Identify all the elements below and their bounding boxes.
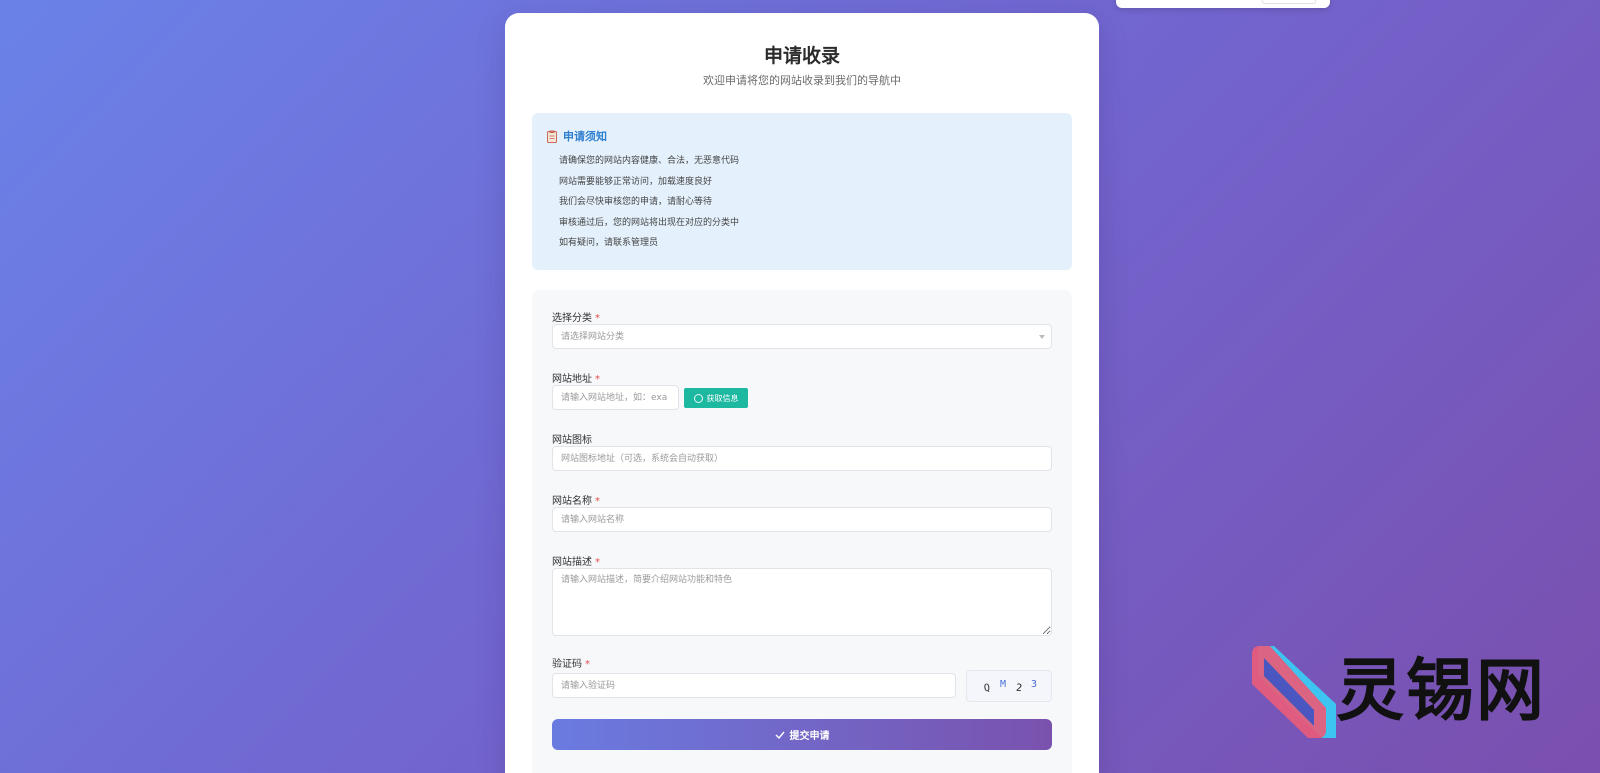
notice-item: 请确保您的网站内容健康、合法，无恶意代码: [559, 156, 740, 166]
watermark-logo: 灵锡网: [1252, 646, 1572, 738]
notice-item: 网站需要能够正常访问，加载速度良好: [559, 176, 713, 187]
page-title: 申请收录: [763, 45, 840, 67]
description-label-text: 网站描述: [552, 557, 592, 568]
submit-label: 提交申请: [789, 731, 830, 742]
name-label-text: 网站名称: [552, 496, 592, 507]
notice-item: 审核通过后，您的网站将出现在对应的分类中: [559, 217, 740, 228]
top-popup-fragment: [1116, 0, 1330, 8]
url-input[interactable]: [552, 385, 679, 410]
category-label-text: 选择分类: [552, 313, 592, 324]
notice-header: 申请须知: [547, 128, 607, 144]
captcha-char: M: [1000, 679, 1007, 690]
fetch-info-button[interactable]: 获取信息: [684, 388, 748, 408]
apply-card: 申请收录 欢迎申请将您的网站收录到我们的导航中 申请须知 请确保您的网站内容健康…: [505, 13, 1099, 773]
url-label: 网站地址 *: [552, 370, 600, 385]
url-label-text: 网站地址: [552, 374, 592, 385]
watermark-text: 灵锡网: [1336, 652, 1547, 731]
required-mark: *: [595, 557, 600, 568]
icon-url-label: 网站图标: [552, 431, 592, 446]
globe-icon: [693, 393, 703, 403]
name-label: 网站名称 *: [552, 492, 600, 507]
category-select[interactable]: 请选择网站分类: [552, 324, 1052, 349]
captcha-char: Q: [983, 682, 991, 695]
notice-item: 我们会尽快审核您的申请，请耐心等待: [559, 197, 713, 207]
captcha-char: 3: [1031, 679, 1038, 690]
icon-url-label-text: 网站图标: [552, 435, 592, 446]
name-input[interactable]: [552, 507, 1052, 532]
icon-url-input[interactable]: [552, 446, 1052, 471]
apply-form: 选择分类* 请选择网站分类 网站地址* 获取信息 网站图标 网站名称* 网站描述…: [532, 290, 1072, 773]
category-label: 选择分类 *: [552, 309, 600, 324]
required-mark: *: [595, 496, 600, 507]
captcha-char: 2: [1015, 682, 1023, 695]
notice-box: 申请须知 请确保您的网站内容健康、合法，无恶意代码 网站需要能够正常访问，加载速…: [532, 113, 1072, 270]
fetch-info-label: 获取信息: [706, 393, 739, 403]
popup-inner-box: [1262, 0, 1316, 4]
required-mark: *: [595, 313, 600, 324]
page-subtitle: 欢迎申请将您的网站收录到我们的导航中: [703, 74, 901, 87]
category-placeholder: 请选择网站分类: [561, 332, 625, 342]
notice-list: 请确保您的网站内容健康、合法，无恶意代码 网站需要能够正常访问，加载速度良好 我…: [559, 155, 739, 258]
captcha-label-text: 验证码: [552, 659, 582, 670]
captcha-image[interactable]: Q M 2 3: [966, 670, 1052, 702]
notice-item: 如有疑问，请联系管理员: [559, 238, 659, 248]
required-mark: *: [595, 374, 600, 385]
clipboard-icon: [547, 130, 557, 143]
description-textarea[interactable]: [552, 568, 1052, 636]
submit-button[interactable]: 提交申请: [552, 719, 1052, 750]
captcha-label: 验证码 *: [552, 655, 590, 670]
watermark-logo-icon: [1252, 646, 1336, 738]
captcha-input[interactable]: [552, 673, 956, 698]
chevron-down-icon: [1039, 335, 1045, 339]
required-mark: *: [585, 659, 590, 670]
description-label: 网站描述 *: [552, 553, 600, 568]
notice-title: 申请须知: [563, 130, 607, 143]
check-icon: [775, 731, 785, 739]
